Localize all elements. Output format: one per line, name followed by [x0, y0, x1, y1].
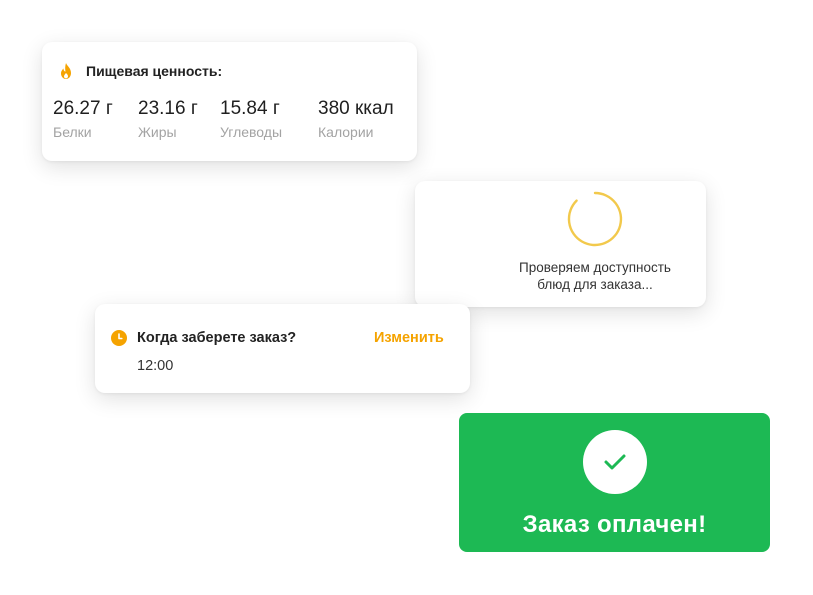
- protein-label: Белки: [53, 124, 92, 140]
- clock-icon: [111, 330, 127, 346]
- pickup-time-card: Когда заберете заказ? Изменить 12:00: [95, 304, 470, 393]
- order-paid-banner: Заказ оплачен!: [459, 413, 770, 552]
- nutrition-carbs: 15.84 г Углеводы: [220, 98, 282, 140]
- protein-value: 26.27 г: [53, 98, 113, 119]
- check-circle: [583, 430, 647, 494]
- nutrition-header: Пищевая ценность:: [58, 62, 222, 80]
- carbs-label: Углеводы: [220, 124, 283, 140]
- availability-message-line2: блюд для заказа...: [537, 277, 653, 292]
- loading-spinner-icon: [567, 191, 623, 247]
- nutrition-card: Пищевая ценность: 26.27 г Белки 23.16 г …: [42, 42, 417, 161]
- fat-value: 23.16 г: [138, 98, 198, 119]
- availability-check-card: Проверяем доступность блюд для заказа...: [415, 181, 706, 307]
- nutrition-title: Пищевая ценность:: [86, 63, 223, 79]
- nutrition-fat: 23.16 г Жиры: [138, 98, 198, 140]
- fat-label: Жиры: [138, 124, 177, 140]
- nutrition-protein: 26.27 г Белки: [53, 98, 113, 140]
- calories-value: 380 ккал: [318, 98, 394, 119]
- flame-icon: [61, 63, 71, 79]
- availability-message: Проверяем доступность блюд для заказа...: [475, 259, 715, 293]
- change-pickup-button[interactable]: Изменить: [374, 330, 444, 346]
- nutrition-calories: 380 ккал Калории: [318, 98, 394, 140]
- order-paid-message: Заказ оплачен!: [522, 511, 707, 538]
- availability-message-line1: Проверяем доступность: [519, 260, 671, 275]
- pickup-time: 12:00: [137, 358, 174, 374]
- checkmark-icon: [604, 454, 626, 470]
- carbs-value: 15.84 г: [220, 98, 280, 119]
- pickup-question: Когда заберете заказ?: [137, 330, 297, 346]
- calories-label: Калории: [318, 124, 374, 140]
